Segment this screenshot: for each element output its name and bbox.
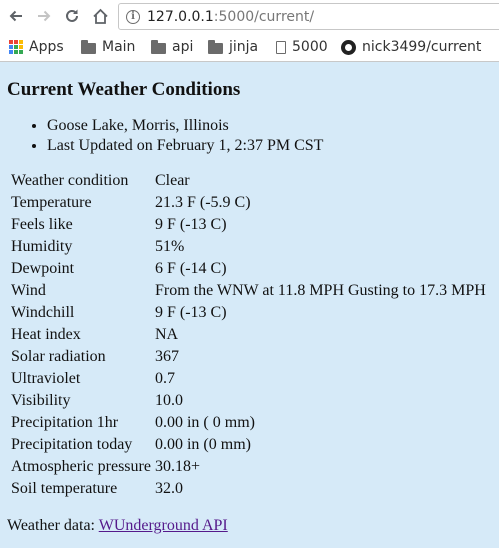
reload-icon bbox=[66, 9, 78, 22]
row-value: Clear bbox=[154, 172, 190, 189]
folder-icon bbox=[208, 39, 223, 54]
row-label: Wind bbox=[11, 282, 46, 299]
bookmark-label: api bbox=[172, 39, 194, 55]
row-value: NA bbox=[154, 326, 179, 343]
table-row: Temperature 21.3 F (-5.9 C) bbox=[10, 193, 487, 213]
row-label: Precipitation today bbox=[11, 436, 133, 453]
browser-toolbar: i 127.0.0.1:5000/current/ bbox=[0, 0, 499, 33]
row-label: Feels like bbox=[11, 216, 73, 233]
url-text[interactable]: 127.0.0.1:5000/current/ bbox=[147, 9, 314, 25]
updated-item: Last Updated on February 1, 2:37 PM CST bbox=[47, 137, 499, 155]
table-row: Humidity 51% bbox=[10, 237, 487, 257]
row-value: From the WNW at 11.8 MPH Gusting to 17.3… bbox=[154, 282, 486, 299]
table-row: Visibility 10.0 bbox=[10, 391, 487, 411]
table-row: Weather condition Clear bbox=[10, 171, 487, 191]
bookmark-label: 5000 bbox=[292, 39, 328, 55]
apps-grid-icon bbox=[9, 40, 23, 54]
table-row: Solar radiation 367 bbox=[10, 347, 487, 367]
row-label: Ultraviolet bbox=[11, 370, 81, 387]
browser-chrome: i 127.0.0.1:5000/current/ Apps Main api … bbox=[0, 0, 499, 62]
table-row: Atmospheric pressure 30.18+ bbox=[10, 457, 487, 477]
home-icon bbox=[92, 8, 108, 24]
bookmark-label: Main bbox=[102, 39, 136, 55]
wunderground-api-link[interactable]: WUnderground API bbox=[99, 517, 228, 534]
folder-icon bbox=[81, 39, 96, 54]
footer: Weather data: WUnderground API bbox=[7, 517, 499, 535]
conditions-table: Weather condition Clear Temperature 21.3 F … bbox=[8, 169, 489, 501]
row-value: 21.3 F (-5.9 C) bbox=[154, 194, 251, 211]
bookmark-github[interactable]: nick3499/current bbox=[341, 38, 481, 56]
row-value: 9 F (-13 C) bbox=[154, 216, 227, 233]
bookmark-apps[interactable]: Apps bbox=[9, 38, 64, 56]
bookmark-main[interactable]: Main bbox=[81, 38, 135, 56]
bookmark-api[interactable]: api bbox=[151, 38, 193, 56]
bookmark-label: nick3499/current bbox=[362, 39, 482, 55]
home-button[interactable] bbox=[89, 5, 111, 27]
row-value: 0.00 in (0 mm) bbox=[154, 436, 251, 453]
forward-button[interactable] bbox=[33, 5, 55, 27]
location-item: Goose Lake, Morris, Illinois bbox=[47, 117, 499, 135]
table-row: Ultraviolet 0.7 bbox=[10, 369, 487, 389]
arrow-left-icon bbox=[9, 10, 22, 22]
table-row: Dewpoint 6 F (-14 C) bbox=[10, 259, 487, 279]
row-value: 32.0 bbox=[154, 480, 183, 497]
url-path: :5000/current/ bbox=[213, 8, 315, 25]
row-label: Weather condition bbox=[11, 172, 129, 189]
back-button[interactable] bbox=[5, 5, 27, 27]
arrow-right-icon bbox=[38, 10, 51, 22]
table-row: Precipitation 1hr 0.00 in ( 0 mm) bbox=[10, 413, 487, 433]
page-content: Current Weather Conditions Goose Lake, M… bbox=[0, 79, 499, 535]
row-label: Temperature bbox=[11, 194, 92, 211]
row-value: 10.0 bbox=[154, 392, 183, 409]
page-icon bbox=[276, 40, 286, 54]
row-value: 30.18+ bbox=[154, 458, 200, 475]
bookmark-jinja[interactable]: jinja bbox=[208, 38, 258, 56]
row-value: 6 F (-14 C) bbox=[154, 260, 227, 277]
row-label: Visibility bbox=[11, 392, 71, 409]
row-label: Windchill bbox=[11, 304, 75, 321]
row-label: Heat index bbox=[11, 326, 81, 343]
table-row: Precipitation today 0.00 in (0 mm) bbox=[10, 435, 487, 455]
table-row: Soil temperature 32.0 bbox=[10, 479, 487, 499]
folder-icon bbox=[151, 39, 166, 54]
table-row: Wind From the WNW at 11.8 MPH Gusting to … bbox=[10, 281, 487, 301]
row-value: 51% bbox=[154, 238, 185, 255]
conditions-table-body: Weather condition Clear Temperature 21.3 F … bbox=[10, 171, 487, 499]
table-row: Feels like 9 F (-13 C) bbox=[10, 215, 487, 235]
row-label: Precipitation 1hr bbox=[11, 414, 119, 431]
github-icon bbox=[341, 39, 356, 55]
row-label: Humidity bbox=[11, 238, 73, 255]
table-row: Windchill 9 F (-13 C) bbox=[10, 303, 487, 323]
row-value: 0.7 bbox=[154, 370, 175, 387]
row-value: 367 bbox=[154, 348, 179, 365]
info-icon[interactable]: i bbox=[126, 9, 140, 24]
row-label: Dewpoint bbox=[11, 260, 75, 277]
url-host: 127.0.0.1 bbox=[147, 8, 214, 25]
row-label: Soil temperature bbox=[11, 480, 118, 497]
row-value: 0.00 in ( 0 mm) bbox=[154, 414, 255, 431]
page-title: Current Weather Conditions bbox=[7, 79, 241, 100]
info-list: Goose Lake, Morris, Illinois Last Update… bbox=[7, 117, 499, 155]
reload-button[interactable] bbox=[61, 5, 83, 27]
bookmarks-bar: Apps Main api jinja 5000 nick3499/curren… bbox=[0, 33, 499, 61]
row-label: Atmospheric pressure bbox=[11, 458, 151, 475]
address-bar[interactable]: i 127.0.0.1:5000/current/ bbox=[118, 3, 499, 30]
row-label: Solar radiation bbox=[11, 348, 106, 365]
bookmark-5000[interactable]: 5000 bbox=[276, 38, 328, 56]
row-value: 9 F (-13 C) bbox=[154, 304, 227, 321]
bookmark-label: Apps bbox=[29, 39, 64, 55]
footer-prefix: Weather data: bbox=[7, 517, 95, 534]
table-row: Heat index NA bbox=[10, 325, 487, 345]
bookmark-label: jinja bbox=[229, 39, 259, 55]
